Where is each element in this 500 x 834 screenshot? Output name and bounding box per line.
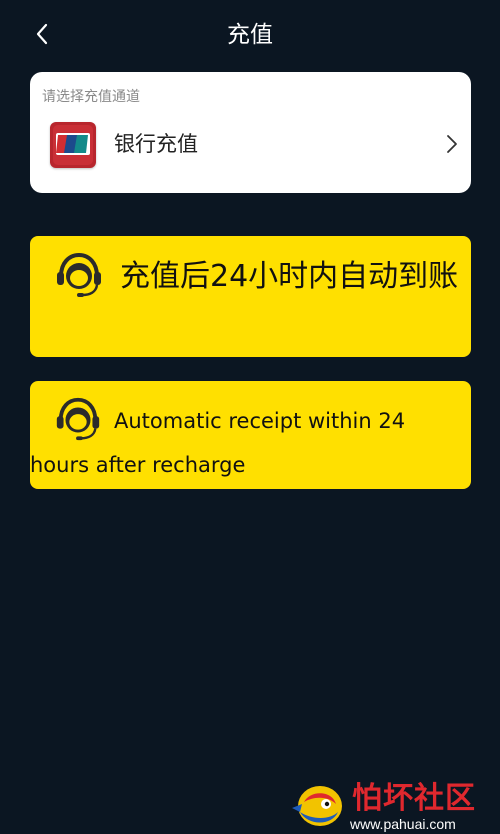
- notice-text: Automatic receipt within 24 hours after …: [30, 409, 406, 477]
- recharge-screen: 充值 请选择充值通道 银行充值 充值后24小时内自动到账 Automatic r…: [0, 0, 500, 834]
- notice-text: 充值后24小时内自动到账: [120, 259, 459, 294]
- chevron-right-icon: [447, 135, 457, 153]
- bank-recharge-option[interactable]: 银行充值: [30, 118, 471, 174]
- channel-label: 银行充值: [114, 132, 198, 156]
- notice-banner-cn: 充值后24小时内自动到账: [30, 236, 471, 357]
- top-bar: 充值: [0, 0, 500, 70]
- watermark-logo-icon: [292, 786, 342, 826]
- page-title: 充值: [227, 22, 273, 48]
- unionpay-icon: [50, 122, 96, 168]
- watermark: 怕坏社区 www.pahuai.com: [290, 780, 490, 832]
- watermark-name: 怕坏社区: [352, 781, 476, 816]
- channel-hint: 请选择充值通道: [42, 89, 140, 105]
- notice-banner-en: Automatic receipt within 24 hours after …: [30, 381, 471, 489]
- watermark-url: www.pahuai.com: [350, 816, 456, 832]
- channel-card: 请选择充值通道 银行充值: [30, 72, 471, 193]
